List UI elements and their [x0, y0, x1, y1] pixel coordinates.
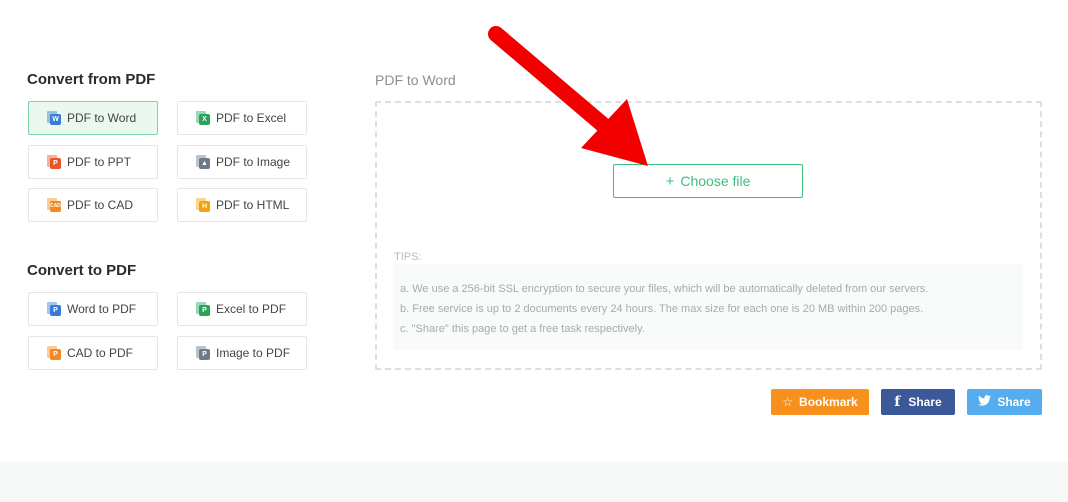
- pdf-file-icon: P: [47, 346, 61, 360]
- tool-label: Image to PDF: [216, 346, 291, 360]
- pdf-file-icon: P: [196, 302, 210, 316]
- tool-image-to-pdf[interactable]: P Image to PDF: [177, 336, 307, 370]
- pdf-file-icon: P: [47, 302, 61, 316]
- convert-from-pdf-title: Convert from PDF: [27, 71, 156, 88]
- tip-item: c. "Share" this page to get a free task …: [400, 323, 645, 335]
- footer-band: [0, 462, 1068, 502]
- bookmark-button[interactable]: ☆ Bookmark: [771, 389, 869, 415]
- tool-label: PDF to PPT: [67, 155, 132, 169]
- bookmark-label: Bookmark: [799, 395, 858, 409]
- twitter-share-button[interactable]: Share: [967, 389, 1042, 415]
- excel-file-icon: X: [196, 111, 210, 125]
- tool-label: Excel to PDF: [216, 302, 287, 316]
- ppt-file-icon: P: [47, 155, 61, 169]
- star-icon: ☆: [782, 395, 794, 409]
- choose-file-button[interactable]: + Choose file: [613, 164, 803, 198]
- tips-label: TIPS:: [394, 251, 422, 263]
- tip-item: b. Free service is up to 2 documents eve…: [400, 303, 924, 315]
- image-file-icon: ▲: [196, 155, 210, 169]
- cad-file-icon: CAD: [47, 198, 61, 212]
- tool-label: Word to PDF: [67, 302, 137, 316]
- tool-pdf-to-word[interactable]: W PDF to Word: [28, 101, 158, 135]
- tool-pdf-to-cad[interactable]: CAD PDF to CAD: [28, 188, 158, 222]
- tool-word-to-pdf[interactable]: P Word to PDF: [28, 292, 158, 326]
- facebook-icon: f: [894, 394, 901, 410]
- plus-icon: +: [665, 172, 675, 190]
- word-file-icon: W: [47, 111, 61, 125]
- tips-box: a. We use a 256-bit SSL encryption to se…: [393, 264, 1023, 350]
- html-file-icon: H: [196, 198, 210, 212]
- panel-title: PDF to Word: [375, 72, 456, 88]
- tool-label: PDF to Word: [67, 111, 137, 125]
- facebook-share-label: Share: [908, 395, 942, 409]
- tool-excel-to-pdf[interactable]: P Excel to PDF: [177, 292, 307, 326]
- tool-pdf-to-image[interactable]: ▲ PDF to Image: [177, 145, 307, 179]
- twitter-bird-icon: [978, 395, 992, 409]
- tool-cad-to-pdf[interactable]: P CAD to PDF: [28, 336, 158, 370]
- tip-item: a. We use a 256-bit SSL encryption to se…: [400, 283, 929, 295]
- tool-label: PDF to CAD: [67, 198, 134, 212]
- facebook-share-button[interactable]: f Share: [881, 389, 955, 415]
- tool-pdf-to-ppt[interactable]: P PDF to PPT: [28, 145, 158, 179]
- twitter-share-label: Share: [997, 395, 1031, 409]
- choose-file-label: Choose file: [680, 173, 751, 189]
- tool-pdf-to-excel[interactable]: X PDF to Excel: [177, 101, 307, 135]
- tool-label: PDF to HTML: [216, 198, 290, 212]
- tool-label: PDF to Image: [216, 155, 291, 169]
- tool-label: PDF to Excel: [216, 111, 287, 125]
- tool-pdf-to-html[interactable]: H PDF to HTML: [177, 188, 307, 222]
- pdf-file-icon: P: [196, 346, 210, 360]
- convert-to-pdf-title: Convert to PDF: [27, 262, 137, 279]
- tool-label: CAD to PDF: [67, 346, 134, 360]
